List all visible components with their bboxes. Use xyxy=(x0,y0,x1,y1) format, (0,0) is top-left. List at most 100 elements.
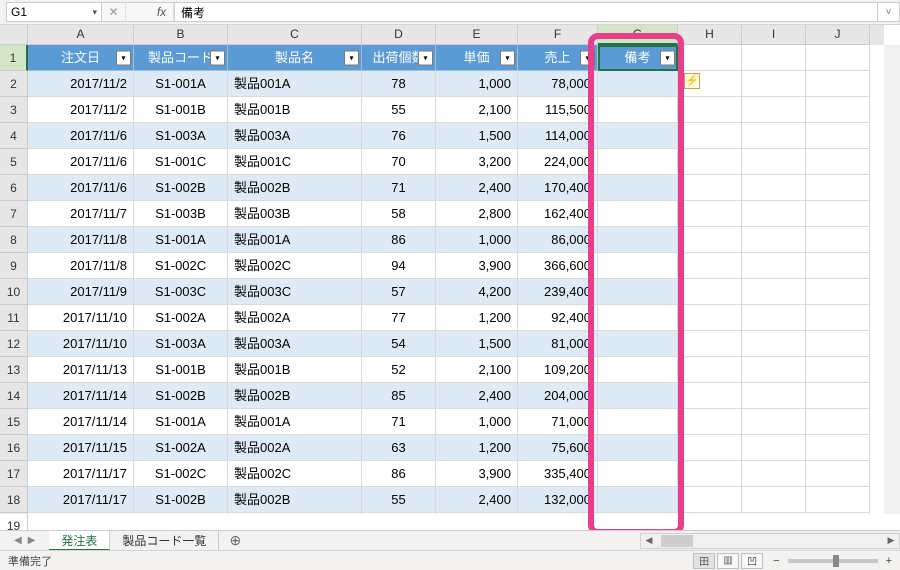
filter-dropdown-icon[interactable]: ▾ xyxy=(660,50,675,65)
row-header[interactable]: 14 xyxy=(0,383,28,409)
table-header[interactable]: 注文日▾ xyxy=(28,45,134,71)
table-cell[interactable]: S1-003C xyxy=(134,279,228,305)
empty-cell[interactable] xyxy=(678,149,742,175)
empty-cell[interactable] xyxy=(742,227,806,253)
empty-cell[interactable] xyxy=(742,357,806,383)
empty-cell[interactable] xyxy=(678,331,742,357)
table-cell[interactable] xyxy=(598,435,678,461)
table-cell[interactable]: 製品003A xyxy=(228,123,362,149)
empty-cell[interactable] xyxy=(678,383,742,409)
table-cell[interactable]: 85 xyxy=(362,383,436,409)
empty-cell[interactable] xyxy=(742,279,806,305)
scroll-thumb[interactable] xyxy=(661,535,693,547)
table-cell[interactable]: 2,800 xyxy=(436,201,518,227)
table-cell[interactable]: 55 xyxy=(362,97,436,123)
col-header-F[interactable]: F xyxy=(518,25,598,45)
table-cell[interactable]: 製品001A xyxy=(228,409,362,435)
filter-dropdown-icon[interactable]: ▾ xyxy=(418,50,433,65)
table-cell[interactable]: 製品001B xyxy=(228,97,362,123)
empty-cell[interactable] xyxy=(742,435,806,461)
empty-cell[interactable] xyxy=(806,123,870,149)
row-header[interactable]: 9 xyxy=(0,253,28,279)
table-cell[interactable]: 2017/11/14 xyxy=(28,383,134,409)
table-cell[interactable] xyxy=(598,123,678,149)
table-cell[interactable]: S1-002B xyxy=(134,383,228,409)
table-cell[interactable] xyxy=(598,253,678,279)
empty-cell[interactable] xyxy=(742,383,806,409)
table-cell[interactable] xyxy=(598,71,678,97)
table-cell[interactable]: 製品003B xyxy=(228,513,362,514)
table-cell[interactable]: S1-001A xyxy=(134,227,228,253)
view-normal-icon[interactable]: 田 xyxy=(693,553,715,569)
table-cell[interactable]: 製品002A xyxy=(228,305,362,331)
tab-next-icon[interactable]: ▶ xyxy=(28,535,36,546)
formula-input[interactable]: 備考 xyxy=(175,2,878,22)
row-header[interactable]: 6 xyxy=(0,175,28,201)
table-cell[interactable]: 86,000 xyxy=(518,227,598,253)
empty-cell[interactable] xyxy=(678,253,742,279)
table-cell[interactable]: 2,800 xyxy=(436,513,518,514)
table-cell[interactable]: 71,000 xyxy=(518,409,598,435)
horizontal-scrollbar[interactable]: ◀ ▶ xyxy=(640,533,900,549)
table-cell[interactable]: 2017/11/8 xyxy=(28,227,134,253)
table-cell[interactable]: 2017/11/6 xyxy=(28,175,134,201)
table-header[interactable]: 売上▾ xyxy=(518,45,598,71)
filter-dropdown-icon[interactable]: ▾ xyxy=(344,50,359,65)
table-cell[interactable]: S1-001A xyxy=(134,71,228,97)
table-cell[interactable] xyxy=(598,487,678,513)
table-cell[interactable]: 193,200 xyxy=(518,513,598,514)
table-cell[interactable]: 製品002C xyxy=(228,253,362,279)
table-cell[interactable]: 170,400 xyxy=(518,175,598,201)
col-header-A[interactable]: A xyxy=(28,25,134,45)
table-cell[interactable]: 2017/11/13 xyxy=(28,357,134,383)
table-cell[interactable]: 2,100 xyxy=(436,97,518,123)
filter-dropdown-icon[interactable]: ▾ xyxy=(580,50,595,65)
table-cell[interactable]: 製品002B xyxy=(228,487,362,513)
row-header[interactable]: 16 xyxy=(0,435,28,461)
table-cell[interactable]: 75,600 xyxy=(518,435,598,461)
table-cell[interactable]: 2017/11/17 xyxy=(28,461,134,487)
table-cell[interactable]: 86 xyxy=(362,227,436,253)
table-cell[interactable]: 2017/11/15 xyxy=(28,435,134,461)
table-cell[interactable]: 製品001C xyxy=(228,149,362,175)
table-cell[interactable]: 239,400 xyxy=(518,279,598,305)
add-sheet-icon[interactable]: ⊕ xyxy=(219,532,251,549)
empty-cell[interactable] xyxy=(806,435,870,461)
filter-dropdown-icon[interactable]: ▾ xyxy=(500,50,515,65)
zoom-slider[interactable] xyxy=(788,559,878,563)
table-cell[interactable]: 2017/11/8 xyxy=(28,253,134,279)
col-header-J[interactable]: J xyxy=(806,25,870,45)
tab-prev-icon[interactable]: ◀ xyxy=(14,535,22,546)
table-cell[interactable]: 2017/11/9 xyxy=(28,279,134,305)
name-box[interactable]: G1 ▾ xyxy=(6,2,102,22)
table-header[interactable]: 備考▾ xyxy=(598,45,678,71)
empty-cell[interactable] xyxy=(742,71,806,97)
table-cell[interactable]: 2017/11/6 xyxy=(28,149,134,175)
table-cell[interactable]: S1-001B xyxy=(134,97,228,123)
table-cell[interactable]: S1-002A xyxy=(134,435,228,461)
table-cell[interactable]: S1-003B xyxy=(134,513,228,514)
table-cell[interactable]: S1-002C xyxy=(134,253,228,279)
empty-cell[interactable] xyxy=(742,331,806,357)
empty-cell[interactable] xyxy=(806,305,870,331)
empty-cell[interactable] xyxy=(806,175,870,201)
filter-dropdown-icon[interactable]: ▾ xyxy=(210,50,225,65)
table-cell[interactable]: 3,900 xyxy=(436,253,518,279)
col-header-I[interactable]: I xyxy=(742,25,806,45)
empty-cell[interactable] xyxy=(742,409,806,435)
empty-cell[interactable] xyxy=(678,123,742,149)
table-cell[interactable]: 製品003C xyxy=(228,279,362,305)
table-cell[interactable] xyxy=(598,279,678,305)
col-header-C[interactable]: C xyxy=(228,25,362,45)
table-cell[interactable]: S1-001B xyxy=(134,357,228,383)
flash-fill-icon[interactable]: ⚡ xyxy=(684,73,700,89)
table-cell[interactable]: 94 xyxy=(362,253,436,279)
empty-cell[interactable] xyxy=(806,279,870,305)
table-cell[interactable]: 2017/11/17 xyxy=(28,513,134,514)
table-cell[interactable]: 2017/11/2 xyxy=(28,97,134,123)
table-cell[interactable]: S1-001A xyxy=(134,409,228,435)
table-cell[interactable]: 78 xyxy=(362,71,436,97)
row-header[interactable]: 7 xyxy=(0,201,28,227)
cancel-icon[interactable]: ✕ xyxy=(102,3,126,21)
scroll-right-icon[interactable]: ▶ xyxy=(883,535,899,546)
